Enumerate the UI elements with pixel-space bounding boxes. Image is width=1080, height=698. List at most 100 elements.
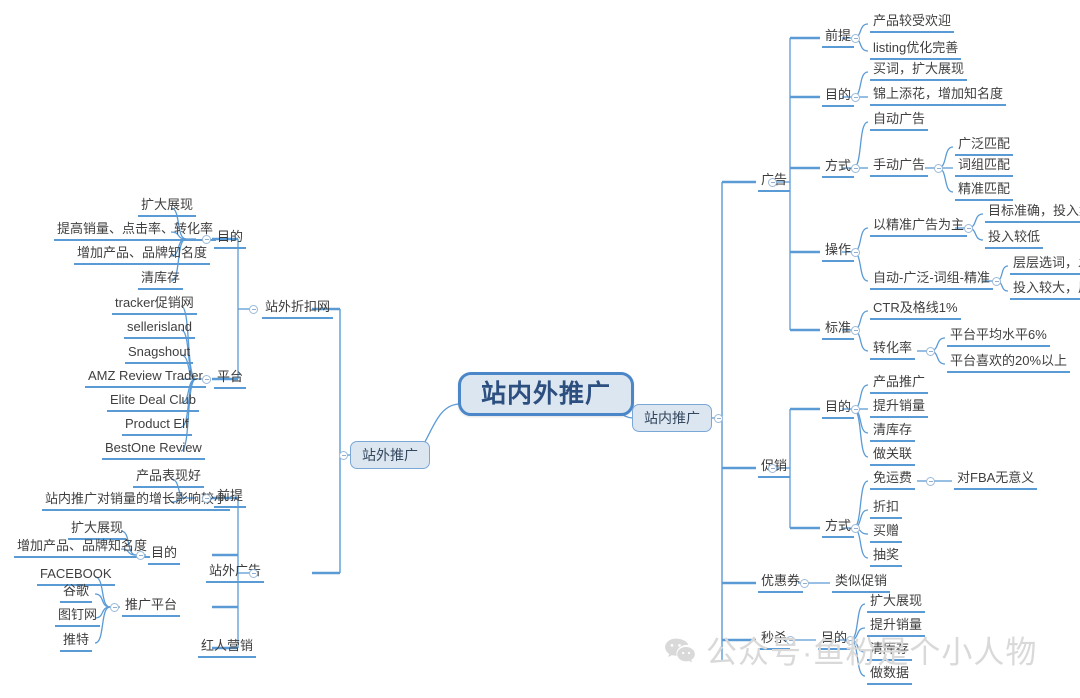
toggle-ad-operation[interactable]: [851, 248, 860, 257]
node-oa-platform-3-label: 图钉网: [55, 607, 101, 627]
node-oa-platform-2-label: 谷歌: [60, 583, 93, 603]
node-ad-premise-2-label: listing优化完善: [870, 40, 962, 60]
node-coupon-1[interactable]: 类似促销: [832, 573, 891, 593]
toggle-oa-premise[interactable]: [202, 494, 211, 503]
node-promo-method[interactable]: 方式: [822, 518, 855, 538]
node-od-platform-5[interactable]: Elite Deal Club: [107, 392, 199, 412]
toggle-ad[interactable]: [768, 178, 777, 187]
toggle-promotion[interactable]: [768, 464, 777, 473]
node-oa-premise-1[interactable]: 产品表现好: [133, 468, 205, 488]
node-od-platform-4[interactable]: AMZ Review Trader: [85, 368, 206, 388]
node-promo-purpose-2[interactable]: 提升销量: [870, 398, 929, 418]
node-oa-purpose-2[interactable]: 增加产品、品牌知名度: [14, 538, 151, 558]
node-promo-method-1[interactable]: 免运费: [870, 470, 916, 490]
node-promo-method-1-1[interactable]: 对FBA无意义: [954, 470, 1038, 490]
node-od-purpose-2-label: 提高销量、点击率、转化率: [54, 221, 217, 241]
node-od-platform[interactable]: 平台: [214, 369, 247, 389]
branch-outside-promotion[interactable]: 站外推广: [350, 441, 430, 469]
node-promo-method-2[interactable]: 折扣: [870, 499, 903, 519]
node-ad-standard[interactable]: 标准: [822, 320, 855, 340]
node-ad-method-2-3[interactable]: 精准匹配: [955, 181, 1014, 201]
node-influencer-marketing[interactable]: 红人营销: [198, 638, 257, 658]
node-promo-purpose-4[interactable]: 做关联: [870, 446, 916, 466]
toggle-ad-manual[interactable]: [934, 164, 943, 173]
node-promo-method-3-label: 买赠: [870, 523, 903, 543]
toggle-ad-op-exact[interactable]: [964, 224, 973, 233]
node-oa-platform[interactable]: 推广平台: [122, 597, 181, 617]
toggle-coupon[interactable]: [800, 579, 809, 588]
node-od-platform-3[interactable]: Snagshout: [125, 344, 194, 364]
node-flash-purpose-1[interactable]: 扩大展现: [867, 593, 926, 613]
node-ad-purpose-1[interactable]: 买词，扩大展现: [870, 61, 968, 81]
toggle-outside-promotion[interactable]: [339, 451, 348, 460]
node-ad-operation[interactable]: 操作: [822, 242, 855, 262]
wechat-icon: [665, 638, 695, 663]
node-ad-std-2-2[interactable]: 平台喜欢的20%以上: [947, 353, 1071, 373]
node-ad-purpose-2[interactable]: 锦上添花，增加知名度: [870, 86, 1007, 106]
node-oa-platform-4[interactable]: 推特: [60, 632, 93, 652]
toggle-promo-purpose[interactable]: [851, 405, 860, 414]
toggle-od-purpose[interactable]: [202, 235, 211, 244]
toggle-ad-purpose[interactable]: [851, 93, 860, 102]
node-ad-op-2[interactable]: 自动-广泛-词组-精准: [870, 270, 993, 290]
node-oa-platform-2[interactable]: 谷歌: [60, 583, 93, 603]
node-ad-op-1[interactable]: 以精准广告为主: [870, 217, 968, 237]
node-flash-purpose-1-label: 扩大展现: [867, 593, 926, 613]
node-ad-premise-2[interactable]: listing优化完善: [870, 40, 962, 60]
node-od-platform-6[interactable]: Product Elf: [122, 416, 192, 436]
node-ad-op-2-1-label: 层层选词，发现好词: [1010, 255, 1080, 275]
toggle-od-platform[interactable]: [202, 375, 211, 384]
node-ad-op-1-label: 以精准广告为主: [870, 217, 968, 237]
node-ad-std-1[interactable]: CTR及格线1%: [870, 300, 961, 320]
node-coupon[interactable]: 优惠券: [758, 573, 804, 593]
node-promo-method-4[interactable]: 抽奖: [870, 547, 903, 567]
node-od-purpose-2[interactable]: 提高销量、点击率、转化率: [54, 221, 217, 241]
toggle-inside-promotion[interactable]: [714, 414, 723, 423]
node-od-platform-label: 平台: [214, 369, 247, 389]
node-promo-purpose[interactable]: 目的: [822, 399, 855, 419]
node-ad-std-2[interactable]: 转化率: [870, 340, 916, 360]
node-od-platform-1[interactable]: tracker促销网: [112, 295, 197, 315]
node-od-purpose-3[interactable]: 增加产品、品牌知名度: [74, 245, 211, 265]
node-ad-op-2-2[interactable]: 投入较大，周期长: [1010, 280, 1080, 300]
node-ad-premise-1[interactable]: 产品较受欢迎: [870, 13, 955, 33]
node-promo-purpose-1[interactable]: 产品推广: [870, 374, 929, 394]
toggle-ad-method[interactable]: [851, 164, 860, 173]
toggle-conversion-rate[interactable]: [926, 347, 935, 356]
node-od-purpose[interactable]: 目的: [214, 229, 247, 249]
node-oa-platform-3[interactable]: 图钉网: [55, 607, 101, 627]
node-ad-method-1[interactable]: 自动广告: [870, 111, 929, 131]
node-ad-op-1-2[interactable]: 投入较低: [985, 229, 1044, 249]
node-ad-method-2-1[interactable]: 广泛匹配: [955, 136, 1014, 156]
node-promo-purpose-3[interactable]: 清库存: [870, 422, 916, 442]
node-oa-purpose[interactable]: 目的: [148, 545, 181, 565]
node-od-platform-7[interactable]: BestOne Review: [102, 440, 205, 460]
toggle-offsite-deal-site[interactable]: [249, 305, 258, 314]
node-ad-premise[interactable]: 前提: [822, 28, 855, 48]
node-offsite-deal-site[interactable]: 站外折扣网: [262, 299, 334, 319]
node-promo-method-3[interactable]: 买赠: [870, 523, 903, 543]
node-ad-method-2[interactable]: 手动广告: [870, 157, 929, 177]
toggle-free-shipping[interactable]: [926, 477, 935, 486]
toggle-ad-op-funnel[interactable]: [992, 277, 1001, 286]
toggle-oa-purpose[interactable]: [136, 551, 145, 560]
node-ad-op-1-1[interactable]: 目标准确，投入集中: [985, 203, 1080, 223]
node-od-purpose-4[interactable]: 清库存: [138, 270, 184, 290]
node-ad-standard-label: 标准: [822, 320, 855, 340]
root-node[interactable]: 站内外推广: [458, 372, 635, 416]
node-ad-std-2-1[interactable]: 平台平均水平6%: [947, 327, 1050, 347]
toggle-ad-premise[interactable]: [851, 34, 860, 43]
node-ad-op-1-2-label: 投入较低: [985, 229, 1044, 249]
node-oa-purpose-1[interactable]: 扩大展现: [68, 520, 127, 540]
branch-inside-promotion[interactable]: 站内推广: [632, 404, 712, 432]
node-od-purpose-1[interactable]: 扩大展现: [138, 197, 197, 217]
node-ad-method[interactable]: 方式: [822, 158, 855, 178]
node-ad-op-2-1[interactable]: 层层选词，发现好词: [1010, 255, 1080, 275]
toggle-ad-standard[interactable]: [851, 326, 860, 335]
node-ad-method-2-2[interactable]: 词组匹配: [955, 157, 1014, 177]
node-od-platform-2[interactable]: sellerisland: [124, 319, 196, 339]
toggle-offsite-ad[interactable]: [249, 569, 258, 578]
toggle-promo-method[interactable]: [851, 524, 860, 533]
node-ad-purpose[interactable]: 目的: [822, 87, 855, 107]
toggle-oa-platform[interactable]: [110, 603, 119, 612]
